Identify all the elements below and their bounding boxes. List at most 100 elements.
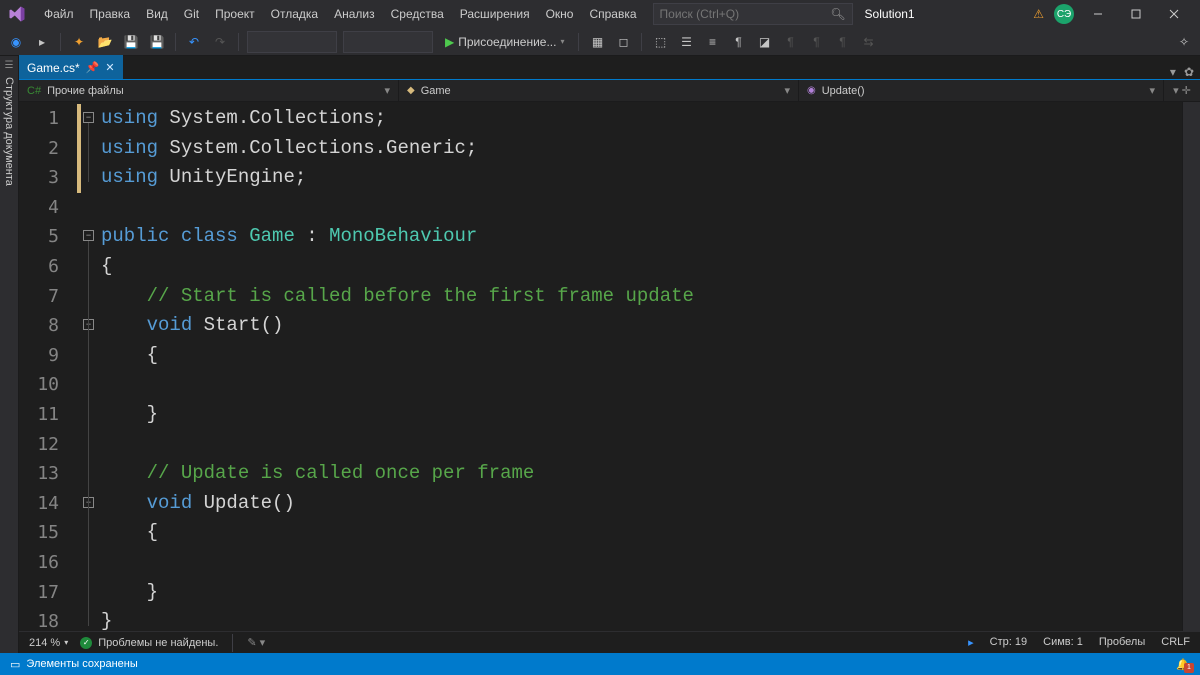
ok-icon: ✓ [80, 637, 92, 649]
status-indent[interactable]: Пробелы [1099, 636, 1145, 649]
separator [232, 634, 233, 652]
save-button[interactable]: 💾 [121, 31, 141, 53]
separator [175, 33, 176, 51]
menu-item[interactable]: Анализ [326, 0, 383, 28]
attach-button[interactable]: ▶ Присоединение... ▾ [439, 35, 570, 49]
menu-item[interactable]: Расширения [452, 0, 538, 28]
fold-toggle[interactable]: − [83, 112, 94, 123]
zoom-dropdown[interactable]: 214 % ▾ [29, 637, 68, 649]
vertical-scrollbar[interactable] [1182, 102, 1200, 631]
nav-fwd-button[interactable]: ▸ [32, 31, 52, 53]
status-saved-label: Элементы сохранены [26, 658, 137, 670]
separator [238, 33, 239, 51]
method-icon: ◉ [807, 85, 816, 96]
customize-icon[interactable]: ✧ [1174, 31, 1194, 53]
class-icon: ◆ [407, 85, 415, 96]
menu-item[interactable]: Вид [138, 0, 176, 28]
platform-dropdown[interactable] [343, 31, 433, 53]
warning-icon[interactable]: ⚠ [1033, 7, 1044, 21]
user-badge[interactable]: СЭ [1054, 4, 1074, 24]
tabstrip-dropdown-icon[interactable]: ▾ [1170, 65, 1176, 79]
play-icon: ▶ [445, 35, 454, 49]
tabstrip-gear-icon[interactable]: ✿ [1184, 65, 1194, 79]
search-icon: 🔍︎ [830, 7, 845, 21]
tool-icon-9[interactable]: ¶ [806, 31, 826, 53]
tool-icon-1[interactable]: ▦ [587, 31, 607, 53]
chevron-down-icon: ▾ [1149, 84, 1155, 97]
toolbar: ◉ ▸ ✦ 📂 💾 💾 ↶ ↷ ▶ Присоединение... ▾ ▦ ◻… [0, 28, 1200, 56]
menu-item[interactable]: Отладка [263, 0, 326, 28]
tool-icon-3[interactable]: ⬚ [650, 31, 670, 53]
separator [641, 33, 642, 51]
issues-label: Проблемы не найдены. [98, 637, 218, 649]
nav-method-dropdown[interactable]: ◉ Update() ▾ [799, 80, 1164, 101]
tool-icon-4[interactable]: ☰ [676, 31, 696, 53]
solution-name: Solution1 [865, 7, 915, 21]
status-eol[interactable]: CRLF [1161, 636, 1190, 649]
menu-item[interactable]: Справка [581, 0, 644, 28]
notification-count: 1 [1184, 663, 1194, 673]
attach-label: Присоединение... [458, 35, 556, 49]
fold-toggle[interactable]: − [83, 230, 94, 241]
nav-class-dropdown[interactable]: ◆ Game ▾ [399, 80, 799, 101]
tab-close-icon[interactable]: ✕ [105, 61, 114, 74]
chevron-down-icon: ▾ [560, 37, 564, 46]
notifications-button[interactable]: 🔔 1 [1176, 658, 1190, 671]
status-col[interactable]: Симв: 1 [1043, 636, 1083, 649]
redo-button[interactable]: ↷ [210, 31, 230, 53]
chevron-down-icon: ▾ [64, 638, 68, 647]
side-panel-label: Структура документа [3, 71, 15, 192]
menu-item[interactable]: Средства [383, 0, 452, 28]
issues-status[interactable]: ✓ Проблемы не найдены. [80, 637, 218, 649]
code-editor[interactable]: 12345678910111213141516171819 −−−− using… [19, 102, 1200, 631]
pin-icon[interactable]: 📌 [86, 61, 100, 74]
status-line[interactable]: Стр: 19 [990, 636, 1027, 649]
nav-project-dropdown[interactable]: C# Прочие файлы ▾ [19, 80, 399, 101]
tool-icon-8[interactable]: ¶ [780, 31, 800, 53]
config-dropdown[interactable] [247, 31, 337, 53]
fold-column: −−−− [81, 102, 101, 631]
chevron-down-icon: ▾ [784, 84, 790, 97]
tool-icon-11[interactable]: ⇆ [858, 31, 878, 53]
tool-icon-2[interactable]: ◻ [613, 31, 633, 53]
separator [60, 33, 61, 51]
tool-icon-6[interactable]: ¶ [728, 31, 748, 53]
tool-icon-5[interactable]: ≡ [702, 31, 722, 53]
menu-search[interactable]: 🔍︎ [653, 3, 853, 25]
side-panel-tab[interactable]: ☰ Структура документа [0, 56, 19, 653]
chevron-down-icon: ▾ [384, 84, 390, 97]
minimize-button[interactable] [1084, 0, 1112, 28]
main-statusbar: ▭ Элементы сохранены 🔔 1 [0, 653, 1200, 675]
nav-extra[interactable]: ▾ ✛ [1164, 84, 1200, 97]
tool-icon-7[interactable]: ◪ [754, 31, 774, 53]
caret-indicator-icon: ▸ [968, 636, 974, 649]
open-button[interactable]: 📂 [95, 31, 115, 53]
maximize-button[interactable] [1122, 0, 1150, 28]
status-saved: ▭ Элементы сохранены [10, 658, 138, 671]
line-number-gutter: 12345678910111213141516171819 [19, 102, 77, 631]
nav-back-button[interactable]: ◉ [6, 31, 26, 53]
code-text[interactable]: using System.Collections;using System.Co… [101, 102, 1182, 631]
new-item-button[interactable]: ✦ [69, 31, 89, 53]
nav-class-label: Game [421, 85, 451, 97]
menu-item[interactable]: Проект [207, 0, 263, 28]
separator [578, 33, 579, 51]
nav-method-label: Update() [822, 85, 865, 97]
undo-button[interactable]: ↶ [184, 31, 204, 53]
menu-search-input[interactable] [660, 7, 846, 21]
file-tab[interactable]: Game.cs* 📌 ✕ [19, 55, 123, 79]
tool-icon[interactable]: ✎ ▾ [247, 636, 265, 649]
csharp-file-icon: C# [27, 85, 41, 97]
menu-item[interactable]: Git [176, 0, 207, 28]
nav-bar: C# Прочие файлы ▾ ◆ Game ▾ ◉ Update() ▾ … [19, 80, 1200, 102]
tool-icon-10[interactable]: ¶ [832, 31, 852, 53]
save-status-icon: ▭ [10, 658, 20, 671]
menu-item[interactable]: Файл [36, 0, 82, 28]
close-button[interactable] [1160, 0, 1188, 28]
menu-item[interactable]: Правка [82, 0, 139, 28]
editor-statusbar: 214 % ▾ ✓ Проблемы не найдены. ✎ ▾ ▸ Стр… [19, 631, 1200, 653]
menu-item[interactable]: Окно [538, 0, 582, 28]
save-all-button[interactable]: 💾 [147, 31, 167, 53]
document-outline-icon: ☰ [5, 60, 14, 71]
zoom-label: 214 % [29, 637, 60, 649]
